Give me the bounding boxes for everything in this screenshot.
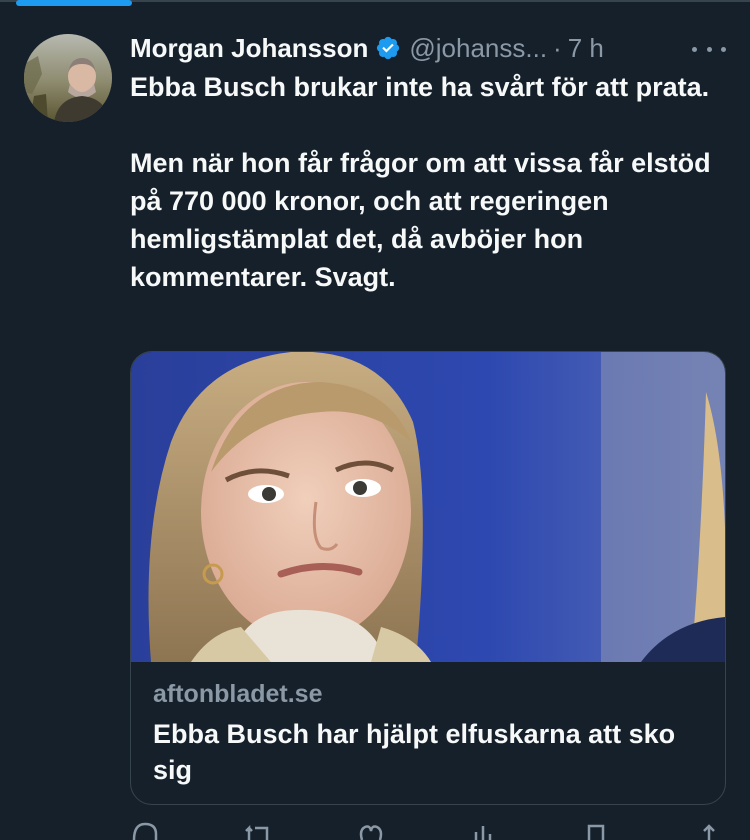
author-handle[interactable]: @johanss... [409, 33, 547, 64]
avatar[interactable] [24, 34, 112, 122]
separator-dot: · [553, 32, 562, 63]
tweet-content: Morgan Johansson @johanss... · 7 h Ebba … [130, 28, 726, 296]
tweet-header: Morgan Johansson @johanss... · 7 h [130, 28, 726, 68]
reply-icon[interactable] [130, 820, 160, 840]
active-tab-indicator [16, 0, 132, 6]
link-card-title[interactable]: Ebba Busch har hjälpt elfuskarna att sko… [153, 716, 703, 788]
verified-badge-icon [375, 35, 401, 61]
tweet-text-paragraph-1: Ebba Busch brukar inte ha svårt för att … [130, 72, 710, 102]
link-preview-image[interactable] [131, 352, 725, 662]
views-icon[interactable] [468, 820, 498, 840]
author-display-name[interactable]: Morgan Johansson [130, 33, 368, 64]
like-icon[interactable] [356, 820, 386, 840]
link-card-domain: aftonbladet.se [153, 680, 323, 708]
more-icon[interactable] [692, 36, 726, 62]
link-preview-card[interactable]: aftonbladet.se Ebba Busch har hjälpt elf… [130, 351, 726, 805]
tweet-timestamp[interactable]: 7 h [568, 33, 604, 64]
bookmark-icon[interactable] [581, 820, 611, 840]
tweet[interactable]: Morgan Johansson @johanss... · 7 h Ebba … [0, 8, 750, 840]
retweet-icon[interactable] [243, 820, 273, 840]
share-icon[interactable] [694, 820, 724, 840]
tweet-text-paragraph-2: Men när hon får frågor om att vissa får … [130, 148, 719, 292]
tweet-action-bar [130, 820, 724, 840]
